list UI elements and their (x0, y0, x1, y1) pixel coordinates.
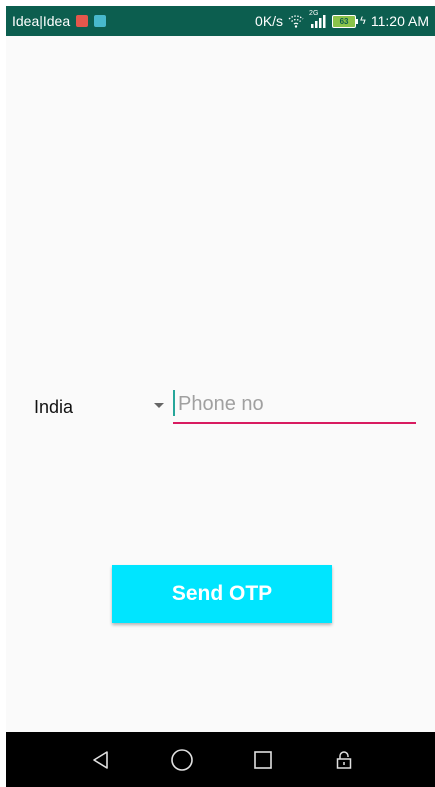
status-bar-left: Idea|Idea (12, 13, 107, 29)
navigation-bar (6, 732, 435, 787)
dropdown-arrow-icon (154, 403, 164, 408)
phone-field (173, 388, 416, 424)
home-button[interactable] (168, 746, 196, 774)
app-screen: Idea|Idea 0K/s 2G 63 ϟ 11:20 AM India Ph… (6, 6, 435, 787)
back-icon (93, 751, 108, 769)
carrier-label: Idea|Idea (12, 13, 71, 29)
status-bar-right: 0K/s 2G 63 ϟ 11:20 AM (255, 10, 429, 29)
text-cursor (173, 390, 175, 416)
home-icon (171, 749, 193, 771)
clock-label: 11:20 AM (370, 13, 429, 29)
send-otp-button[interactable]: Send OTP (112, 565, 332, 623)
charging-bolt-icon: ϟ (360, 15, 366, 27)
battery-level-label: 63 (332, 14, 357, 28)
country-dropdown[interactable]: India (34, 390, 164, 424)
status-bar: Idea|Idea 0K/s 2G 63 ϟ 11:20 AM (6, 6, 435, 36)
recents-button[interactable] (249, 746, 277, 774)
phone-number-input[interactable] (178, 388, 413, 420)
battery-icon: 63 ϟ (332, 14, 366, 28)
signal-icon: 2G (309, 10, 327, 29)
lock-icon (336, 751, 352, 769)
notification-red-icon (76, 15, 89, 27)
back-button[interactable] (87, 746, 115, 774)
country-selected-label: India (34, 396, 74, 417)
recents-icon (254, 751, 272, 769)
net-speed-label: 0K/s (255, 13, 284, 29)
wifi-icon (288, 15, 304, 28)
lock-button[interactable] (330, 746, 358, 774)
notification-teal-icon (94, 15, 107, 27)
